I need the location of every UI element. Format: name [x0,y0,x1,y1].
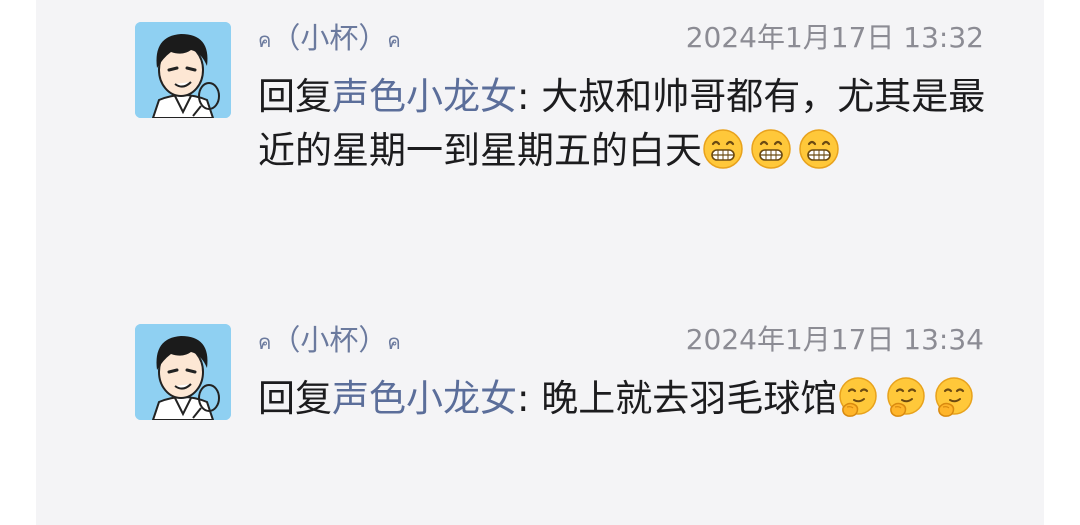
grin-teeth-emoji [750,128,792,170]
comment-body: 回复声色小龙女: 大叔和帅哥都有，尤其是最近的星期一到星期五的白天 [258,70,1008,178]
avatar[interactable] [135,22,231,118]
reply-prefix: 回复 [258,377,332,420]
grin-teeth-emoji [798,128,840,170]
comment-timestamp: 2024年1月17日 13:34 [685,323,984,356]
thinking-smirk-emoji [933,376,975,418]
thinking-smirk-emoji [885,376,927,418]
reply-prefix: 回复 [258,75,332,118]
reply-separator: : [517,75,542,118]
author-name-text: （小杯） [271,323,388,357]
author-deco-right: ค [387,28,401,52]
author-deco-left: ค [258,28,272,52]
comment-list: ค（小杯）ค 2024年1月17日 13:32 回复声色小龙女: 大叔和帅哥都有… [36,0,1044,525]
comment-timestamp: 2024年1月17日 13:32 [685,21,984,54]
reply-target-link[interactable]: 声色小龙女 [332,377,517,420]
comment-text: 晚上就去羽毛球馆 [541,377,838,420]
grin-teeth-emoji [702,128,744,170]
reply-separator: : [517,377,542,420]
author-name[interactable]: ค（小杯）ค [258,320,401,362]
avatar[interactable] [135,324,231,420]
author-name[interactable]: ค（小杯）ค [258,18,401,60]
comment-body: 回复声色小龙女: 晚上就去羽毛球馆 [258,372,1008,426]
thinking-smirk-emoji [837,376,879,418]
author-deco-right: ค [387,330,401,354]
author-deco-left: ค [258,330,272,354]
reply-target-link[interactable]: 声色小龙女 [332,75,517,118]
author-name-text: （小杯） [271,21,388,55]
